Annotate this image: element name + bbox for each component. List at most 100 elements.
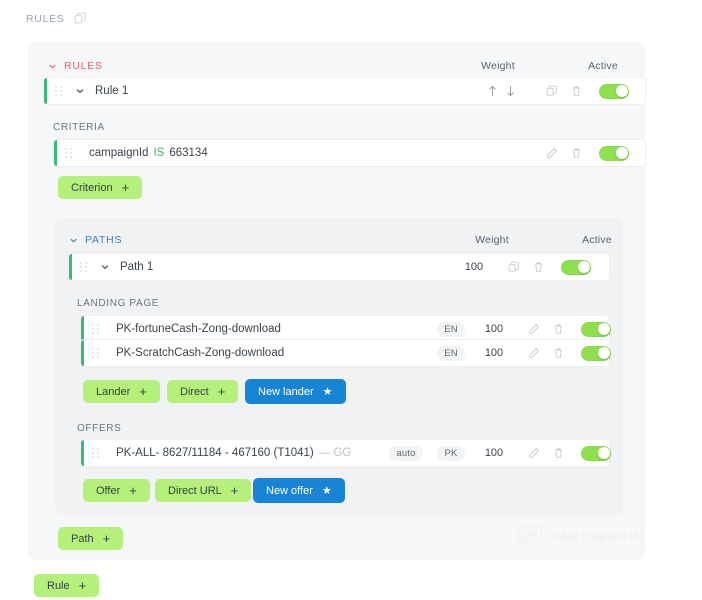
new-lander-label: New lander bbox=[258, 385, 314, 398]
landing-page-language-badge: EN bbox=[436, 340, 466, 366]
row-accent-bar bbox=[81, 316, 84, 342]
drag-handle-icon[interactable] bbox=[65, 148, 75, 158]
rules-section-header: RULES Weight Active bbox=[48, 52, 645, 80]
add-lander-button[interactable]: Lander + bbox=[83, 380, 160, 403]
paths-section-title: PATHS bbox=[85, 234, 123, 246]
rule-delete-icon[interactable] bbox=[568, 78, 584, 104]
offer-edit-icon[interactable] bbox=[526, 440, 542, 466]
plus-icon: + bbox=[217, 384, 226, 399]
rules-section-toggle[interactable]: RULES bbox=[48, 52, 103, 80]
column-header-weight: Weight bbox=[481, 60, 515, 72]
criterion-edit-icon[interactable] bbox=[544, 140, 560, 166]
offer-name-suffix: — GG bbox=[318, 447, 352, 459]
offer-active-toggle[interactable] bbox=[581, 440, 611, 466]
plus-icon: + bbox=[139, 384, 147, 399]
path-row[interactable]: Path 1 100 bbox=[69, 254, 609, 280]
criterion-field: campaignId bbox=[89, 147, 149, 159]
add-direct-url-label: Direct URL bbox=[168, 484, 222, 497]
landing-page-edit-icon[interactable] bbox=[526, 316, 542, 342]
column-header-active: Active bbox=[588, 60, 618, 72]
path-expand-chevron-icon[interactable] bbox=[100, 262, 110, 272]
criterion-operator: IS bbox=[153, 147, 165, 159]
new-offer-button[interactable]: New offer ★ bbox=[253, 478, 345, 503]
breadcrumb-label: RULES bbox=[26, 12, 65, 25]
watermark: PARTNERKIN bbox=[516, 524, 644, 549]
add-path-button[interactable]: Path + bbox=[58, 527, 124, 550]
add-direct-url-button[interactable]: Direct URL + bbox=[155, 479, 252, 502]
offer-row[interactable]: PK-ALL- 8627/11184 - 467160 (T1041) — GG… bbox=[81, 440, 611, 466]
plus-icon: + bbox=[102, 531, 111, 546]
landing-page-delete-icon[interactable] bbox=[550, 316, 566, 342]
drag-handle-icon[interactable] bbox=[92, 324, 102, 334]
offer-delete-icon[interactable] bbox=[550, 440, 566, 466]
row-accent-bar bbox=[81, 440, 84, 466]
landing-page-edit-icon[interactable] bbox=[526, 340, 542, 366]
landing-page-active-toggle[interactable] bbox=[581, 316, 611, 342]
path-weight: 100 bbox=[464, 261, 484, 273]
plus-icon: + bbox=[121, 180, 130, 195]
drag-handle-icon[interactable] bbox=[80, 262, 90, 272]
plus-icon: + bbox=[129, 483, 137, 498]
move-down-icon[interactable] bbox=[502, 78, 518, 104]
criterion-value: 663134 bbox=[169, 147, 208, 159]
criterion-delete-icon[interactable] bbox=[568, 140, 584, 166]
add-path-label: Path bbox=[71, 532, 94, 545]
chevron-down-icon bbox=[48, 62, 57, 71]
criterion-active-toggle[interactable] bbox=[599, 140, 629, 166]
rule-title: Rule 1 bbox=[95, 85, 129, 97]
rule-row[interactable]: Rule 1 bbox=[44, 78, 645, 104]
rules-section-title: RULES bbox=[64, 60, 103, 72]
drag-handle-icon[interactable] bbox=[92, 348, 102, 358]
rules-builder-page: RULES RULES Weight Active Rule 1 CRITERI… bbox=[0, 0, 702, 600]
landing-page-active-toggle[interactable] bbox=[581, 340, 611, 366]
rule-expand-chevron-icon[interactable] bbox=[75, 86, 85, 96]
drag-handle-icon[interactable] bbox=[55, 86, 65, 96]
criterion-row[interactable]: campaignId IS 663134 bbox=[54, 140, 645, 166]
path-title: Path 1 bbox=[120, 261, 154, 273]
plus-icon: + bbox=[78, 578, 87, 593]
offer-payout-mode-badge: auto bbox=[386, 440, 426, 466]
landing-page-row[interactable]: PK-fortuneCash-Zong-download EN 100 bbox=[81, 316, 611, 342]
row-accent-bar bbox=[69, 254, 72, 280]
speech-bubble-icon bbox=[516, 524, 543, 549]
star-icon: ★ bbox=[322, 386, 333, 398]
rule-copy-icon[interactable] bbox=[544, 78, 560, 104]
landing-page-weight: 100 bbox=[484, 323, 504, 335]
paths-section-toggle[interactable]: PATHS bbox=[69, 226, 122, 254]
criteria-caption: CRITERIA bbox=[53, 122, 105, 133]
paths-section-header: PATHS Weight Active bbox=[69, 226, 623, 254]
column-header-weight: Weight bbox=[475, 234, 509, 246]
landing-page-name: PK-fortuneCash-Zong-download bbox=[116, 323, 281, 335]
landing-page-row[interactable]: PK-ScratchCash-Zong-download EN 100 bbox=[81, 340, 611, 366]
offer-name: PK-ALL- 8627/11184 - 467160 (T1041) bbox=[116, 447, 314, 459]
add-criterion-label: Criterion bbox=[71, 181, 113, 194]
landing-page-delete-icon[interactable] bbox=[550, 340, 566, 366]
path-copy-icon[interactable] bbox=[506, 254, 522, 280]
add-direct-button[interactable]: Direct + bbox=[167, 380, 239, 403]
offers-caption: OFFERS bbox=[77, 423, 122, 434]
add-direct-label: Direct bbox=[180, 385, 209, 398]
star-icon: ★ bbox=[321, 485, 332, 497]
chevron-down-icon bbox=[69, 236, 78, 245]
new-lander-button[interactable]: New lander ★ bbox=[245, 379, 346, 404]
path-delete-icon[interactable] bbox=[530, 254, 546, 280]
landing-page-weight: 100 bbox=[484, 347, 504, 359]
landing-page-caption: LANDING PAGE bbox=[77, 298, 160, 309]
new-offer-label: New offer bbox=[266, 484, 313, 497]
row-accent-bar bbox=[44, 78, 47, 104]
add-offer-button[interactable]: Offer + bbox=[83, 479, 150, 502]
move-up-icon[interactable] bbox=[484, 78, 500, 104]
row-accent-bar bbox=[81, 340, 84, 366]
add-lander-label: Lander bbox=[96, 385, 131, 398]
breadcrumb: RULES bbox=[26, 12, 87, 25]
copy-icon[interactable] bbox=[74, 12, 87, 25]
column-header-active: Active bbox=[582, 234, 612, 246]
add-criterion-button[interactable]: Criterion + bbox=[58, 176, 143, 199]
plus-icon: + bbox=[230, 483, 239, 498]
drag-handle-icon[interactable] bbox=[92, 448, 102, 458]
rule-active-toggle[interactable] bbox=[599, 78, 629, 104]
path-active-toggle[interactable] bbox=[561, 254, 591, 280]
add-rule-button[interactable]: Rule + bbox=[34, 574, 100, 597]
watermark-text: PARTNERKIN bbox=[550, 529, 645, 544]
landing-page-name: PK-ScratchCash-Zong-download bbox=[116, 347, 285, 359]
